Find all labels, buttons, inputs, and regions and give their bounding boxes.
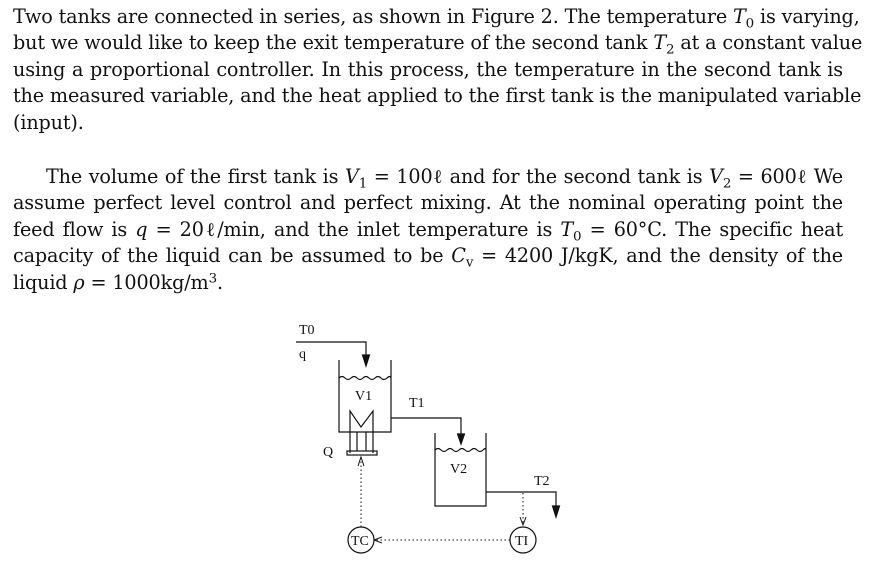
- tank2-liquid-surface: [434, 447, 487, 453]
- label-TI: TI: [515, 534, 529, 549]
- inlet-pipe: [296, 341, 367, 356]
- label-T0: T0: [299, 323, 315, 338]
- label-T2: T2: [534, 474, 550, 489]
- process-diagram: T0 q V1 Q T1 V2 T2 TC TI: [296, 323, 561, 554]
- inlet-arrow: [361, 354, 371, 368]
- label-q: q: [299, 347, 306, 362]
- label-V1: V1: [355, 389, 372, 404]
- tank1-liquid-surface: [338, 375, 392, 381]
- label-TC: TC: [351, 534, 369, 549]
- tank2-outlet-pipe: [486, 491, 557, 508]
- tank2-outlet-arrow: [551, 505, 561, 519]
- label-Q: Q: [323, 445, 333, 460]
- heater-stem: [356, 432, 367, 451]
- tank1-outlet-arrow: [456, 433, 466, 446]
- label-V2: V2: [450, 462, 467, 477]
- label-T1: T1: [409, 396, 425, 411]
- tank1-outlet-pipe: [391, 417, 462, 436]
